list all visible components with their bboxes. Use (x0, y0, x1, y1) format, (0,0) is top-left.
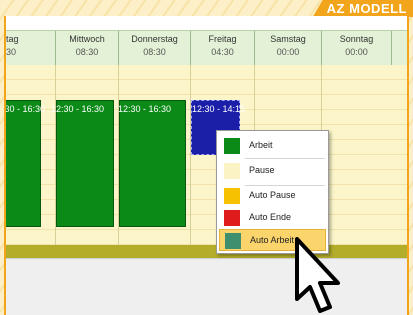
column-header-tuesday[interactable]: tag 30 (6, 31, 56, 65)
grid-divider (190, 65, 191, 245)
menu-item-label: Auto Pause (249, 190, 296, 200)
menu-item-auto-ende[interactable]: Auto Ende (219, 207, 326, 229)
menu-item-auto-pause[interactable]: Auto Pause (219, 185, 326, 207)
column-header-sunday[interactable]: Sonntag 00:00 (322, 31, 392, 65)
menu-item-pause[interactable]: Pause (219, 160, 326, 182)
menu-item-label: Pause (249, 165, 275, 175)
work-block-time: 12:30 - 16:30 (51, 104, 105, 114)
work-block-thursday[interactable] (119, 100, 186, 227)
menu-item-arbeit[interactable]: Arbeit (219, 135, 326, 157)
start-time: 08:30 (143, 47, 166, 57)
day-label: Freitag (208, 34, 237, 44)
day-label: Samstag (270, 34, 306, 44)
pause-swatch-icon (224, 163, 240, 179)
arbeit-swatch-icon (224, 138, 240, 154)
start-time: 30 (6, 47, 17, 57)
day-header-row: tag 30 Mittwoch 08:30 Donnerstag 08:30 F… (6, 30, 407, 66)
menu-item-label: Arbeit (249, 140, 273, 150)
day-label: Mittwoch (69, 34, 105, 44)
start-time: 04:30 (211, 47, 234, 57)
work-block-wednesday[interactable] (56, 100, 114, 227)
work-block-time: 12:30 - 16:30 (4, 104, 46, 114)
menu-item-label: Auto Arbeit (250, 235, 295, 245)
mouse-pointer-icon (295, 237, 340, 313)
auto-ende-swatch-icon (224, 210, 240, 226)
start-time: 00:00 (345, 47, 368, 57)
start-time: 00:00 (276, 47, 300, 57)
day-label: Donnerstag (131, 34, 178, 44)
column-header-wednesday[interactable]: Mittwoch 08:30 (56, 31, 119, 65)
schedule-window: tag 30 Mittwoch 08:30 Donnerstag 08:30 F… (4, 16, 409, 315)
day-label: tag (6, 34, 19, 44)
auto-pause-swatch-icon (224, 188, 240, 204)
brand-badge: AZ MODELL (312, 0, 413, 17)
column-header-saturday[interactable]: Samstag 00:00 (255, 31, 322, 65)
auto-arbeit-swatch-icon (225, 233, 241, 249)
selected-block-time: 12:30 - 14:15 (192, 104, 246, 114)
menu-separator (245, 158, 325, 159)
work-block-tuesday[interactable] (6, 100, 41, 227)
context-menu: Arbeit Pause Auto Pause Auto Ende Auto A… (216, 130, 329, 254)
start-time: 08:30 (75, 47, 99, 57)
work-block-time: 12:30 - 16:30 (118, 104, 172, 114)
column-header-thursday[interactable]: Donnerstag 08:30 (119, 31, 191, 65)
column-header-friday[interactable]: Freitag 04:30 (191, 31, 255, 65)
day-label: Sonntag (339, 34, 374, 44)
menu-item-label: Auto Ende (249, 212, 292, 222)
